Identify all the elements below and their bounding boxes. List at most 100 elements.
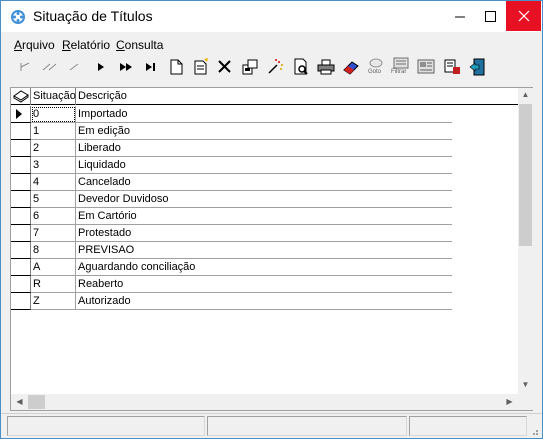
- situacao-grid[interactable]: Situação Descrição 0 Importado 1 Em edição 2…: [10, 87, 533, 411]
- cell-situacao[interactable]: 1: [31, 123, 76, 140]
- next-record-icon[interactable]: [90, 56, 112, 78]
- close-button[interactable]: [506, 1, 541, 31]
- table-row[interactable]: 2 Liberado: [11, 140, 519, 157]
- table-row[interactable]: 8 PREVISAO: [11, 242, 519, 259]
- cell-situacao[interactable]: R: [31, 276, 76, 293]
- properties-icon[interactable]: [239, 56, 261, 78]
- book-icon: [13, 90, 29, 103]
- maximize-button[interactable]: [475, 1, 505, 31]
- report-icon[interactable]: [415, 56, 437, 78]
- title-bar[interactable]: Situação de Títulos: [1, 1, 542, 32]
- current-row-pointer-icon: [16, 109, 22, 119]
- table-row[interactable]: 0 Importado: [11, 106, 519, 123]
- scrollbar-corner: [518, 394, 533, 410]
- cell-descricao[interactable]: Cancelado: [76, 174, 519, 191]
- cell-descricao[interactable]: Importado: [76, 106, 519, 123]
- main-window: Situação de Títulos Arquivo Relatório Co…: [0, 0, 543, 439]
- cell-descricao[interactable]: Protestado: [76, 225, 519, 242]
- magic-wand-icon[interactable]: [264, 56, 286, 78]
- prev-record-icon[interactable]: [63, 56, 85, 78]
- prev-page-icon[interactable]: [39, 56, 61, 78]
- window-title: Situação de Títulos: [33, 8, 153, 24]
- row-indicator[interactable]: [11, 174, 31, 191]
- goto-caption: Goto: [368, 69, 382, 75]
- menu-relatorio[interactable]: Relatório: [62, 38, 110, 52]
- edit-document-icon[interactable]: [190, 56, 212, 78]
- status-panel-1: [7, 416, 205, 436]
- first-record-icon[interactable]: [15, 56, 37, 78]
- print-preview-icon[interactable]: [290, 56, 312, 78]
- cell-situacao[interactable]: 4: [31, 174, 76, 191]
- cell-situacao[interactable]: 7: [31, 225, 76, 242]
- cell-descricao[interactable]: PREVISAO: [76, 242, 519, 259]
- cell-situacao[interactable]: 2: [31, 140, 76, 157]
- menu-consulta-mnemonic: C: [116, 38, 125, 52]
- row-indicator[interactable]: [11, 208, 31, 225]
- cell-descricao[interactable]: Em Cartório: [76, 208, 519, 225]
- row-indicator[interactable]: [11, 225, 31, 242]
- table-row[interactable]: A Aguardando conciliação: [11, 259, 519, 276]
- scroll-up-icon[interactable]: ▲: [518, 90, 533, 99]
- vertical-scroll-thumb[interactable]: [519, 104, 532, 246]
- column-header-situacao[interactable]: Situação: [31, 88, 76, 105]
- horizontal-scroll-thumb[interactable]: [28, 395, 45, 409]
- table-row[interactable]: Z Autorizado: [11, 293, 519, 310]
- vertical-scrollbar[interactable]: ▲ ▼: [518, 88, 533, 394]
- cell-descricao[interactable]: Devedor Duvidoso: [76, 191, 519, 208]
- new-document-icon[interactable]: [165, 56, 187, 78]
- table-row[interactable]: 5 Devedor Duvidoso: [11, 191, 519, 208]
- export-icon[interactable]: [441, 56, 463, 78]
- menu-relatorio-label: elatório: [70, 38, 111, 52]
- table-row[interactable]: 3 Liquidado: [11, 157, 519, 174]
- minimize-button[interactable]: [445, 1, 475, 31]
- row-indicator[interactable]: [11, 259, 31, 276]
- cell-descricao[interactable]: Em edição: [76, 123, 519, 140]
- menu-consulta[interactable]: Consulta: [116, 38, 163, 52]
- last-record-icon[interactable]: [140, 56, 162, 78]
- exit-icon[interactable]: [466, 56, 488, 78]
- eraser-icon[interactable]: [340, 56, 362, 78]
- scroll-right-icon[interactable]: ▶: [502, 397, 517, 406]
- cell-descricao[interactable]: Reaberto: [76, 276, 519, 293]
- cell-situacao[interactable]: 5: [31, 191, 76, 208]
- horizontal-scrollbar[interactable]: ◀ ▶: [11, 394, 518, 410]
- cell-situacao[interactable]: 6: [31, 208, 76, 225]
- status-bar: [1, 413, 542, 438]
- cell-descricao[interactable]: Autorizado: [76, 293, 519, 310]
- cell-situacao[interactable]: Z: [31, 293, 76, 310]
- cell-descricao[interactable]: Liberado: [76, 140, 519, 157]
- menu-arquivo[interactable]: Arquivo: [14, 38, 55, 52]
- scroll-left-icon[interactable]: ◀: [12, 397, 27, 406]
- table-row[interactable]: 6 Em Cartório: [11, 208, 519, 225]
- table-row[interactable]: 7 Protestado: [11, 225, 519, 242]
- table-row[interactable]: 1 Em edição: [11, 123, 519, 140]
- next-page-icon[interactable]: [115, 56, 137, 78]
- cell-situacao[interactable]: A: [31, 259, 76, 276]
- cell-situacao[interactable]: 3: [31, 157, 76, 174]
- row-indicator[interactable]: [11, 293, 31, 310]
- resize-grip-icon[interactable]: [529, 426, 539, 436]
- print-icon[interactable]: [315, 56, 337, 78]
- cell-descricao[interactable]: Aguardando conciliação: [76, 259, 519, 276]
- grid-header-indicator: [11, 88, 31, 105]
- row-indicator[interactable]: [11, 276, 31, 293]
- goto-button[interactable]: Goto: [365, 56, 387, 78]
- row-indicator[interactable]: [11, 191, 31, 208]
- cell-descricao[interactable]: Liquidado: [76, 157, 519, 174]
- row-indicator[interactable]: [11, 140, 31, 157]
- filter-button[interactable]: Filtrar: [390, 56, 412, 78]
- delete-icon[interactable]: [214, 56, 236, 78]
- table-row[interactable]: R Reaberto: [11, 276, 519, 293]
- grid-rows: 0 Importado 1 Em edição 2 Liberado 3 Liquidado 4…: [11, 106, 519, 310]
- filter-caption: Filtrar: [391, 69, 407, 75]
- table-row[interactable]: 4 Cancelado: [11, 174, 519, 191]
- row-indicator[interactable]: [11, 106, 31, 123]
- cell-situacao[interactable]: 0: [31, 106, 76, 123]
- column-header-descricao[interactable]: Descrição: [76, 88, 519, 105]
- scroll-down-icon[interactable]: ▼: [518, 380, 533, 389]
- row-indicator[interactable]: [11, 157, 31, 174]
- menu-relatorio-mnemonic: R: [62, 38, 71, 52]
- row-indicator[interactable]: [11, 123, 31, 140]
- cell-situacao[interactable]: 8: [31, 242, 76, 259]
- row-indicator[interactable]: [11, 242, 31, 259]
